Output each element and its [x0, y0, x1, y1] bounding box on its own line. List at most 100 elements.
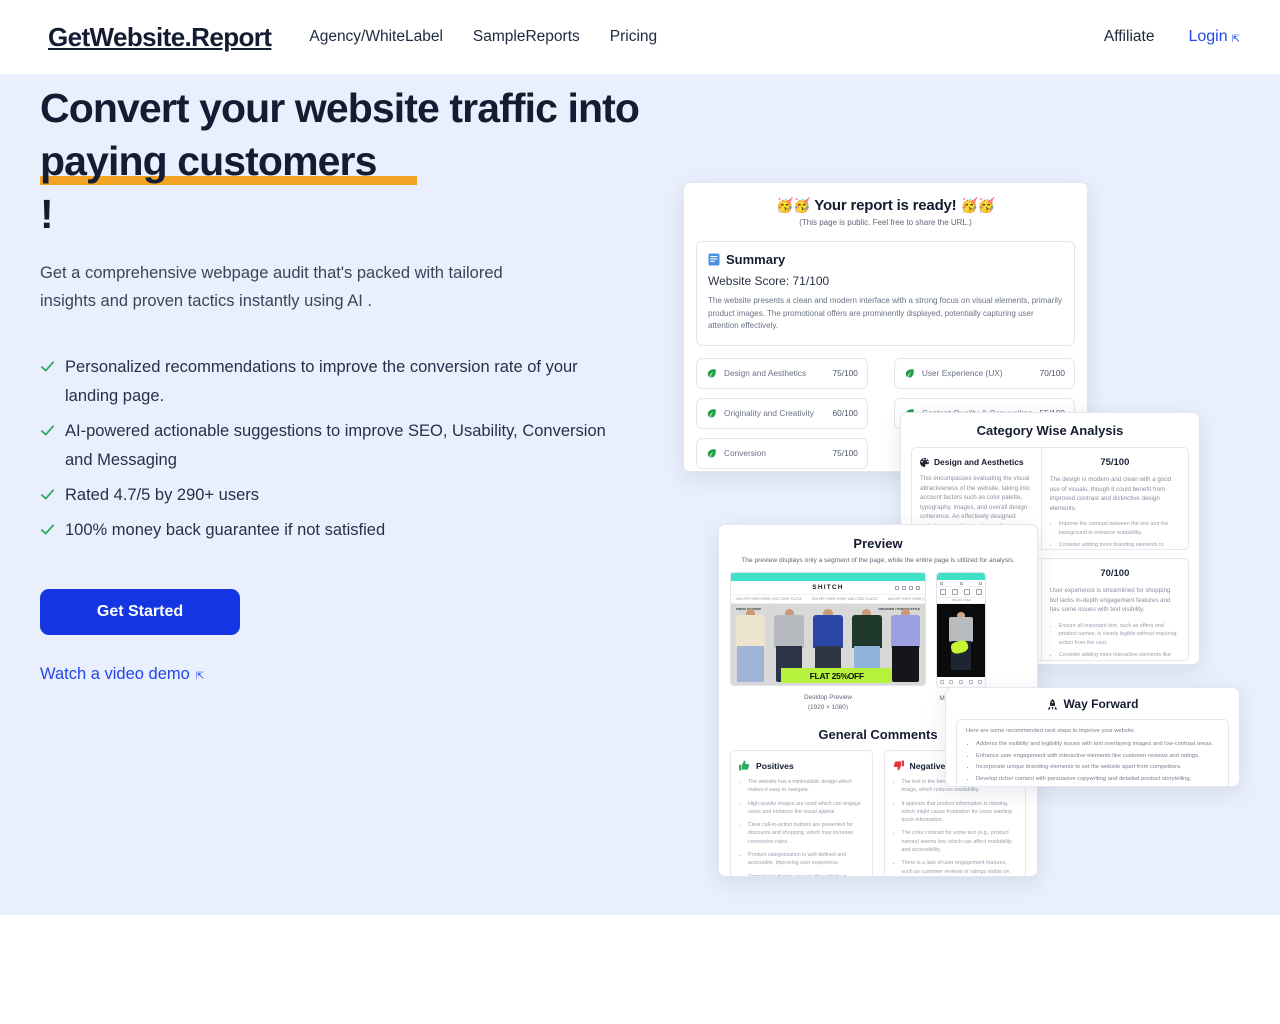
- way-forward-box: Here are some recommended next steps to …: [956, 719, 1229, 786]
- model-top: [852, 615, 882, 648]
- score-pill-originality-and-creativity[interactable]: Originality and Creativity 60/100: [696, 397, 868, 429]
- mobile-hero-image: [937, 604, 985, 677]
- hamburger-icon: [940, 581, 943, 585]
- nav-link-agency-whitelabel[interactable]: Agency/WhiteLabel: [309, 28, 443, 46]
- mobile-preview: 15% OFF OVER: [936, 572, 986, 702]
- heart-icon: [958, 680, 963, 684]
- leaf-icon: [707, 368, 716, 378]
- model-top: [948, 617, 974, 642]
- site-nav-item: 15% OFF OVER ₹1999 | USE CODE: FLAT15: [887, 597, 925, 601]
- report-ready-text: Your report is ready!: [814, 197, 957, 214]
- user-icon: [895, 585, 899, 590]
- category-score: 70/100: [1100, 568, 1130, 579]
- score-value: 60/100: [832, 408, 858, 418]
- category-recommendation-list: Ensure all important text, such as offer…: [1050, 622, 1180, 661]
- nav-link-sample-reports[interactable]: SampleReports: [473, 28, 580, 46]
- search-icon: [959, 581, 963, 585]
- category-analysis-title: Category Wise Analysis: [976, 423, 1124, 438]
- score-label: Conversion: [724, 448, 766, 458]
- category-right-pane: 75/100 The design is modern and clean wi…: [1042, 448, 1188, 549]
- score-value: 70/100: [1039, 368, 1065, 378]
- secondary-nav: Affiliate Login ⇱: [1104, 28, 1240, 46]
- nav-link-affiliate[interactable]: Affiliate: [1104, 28, 1155, 46]
- score-pill-design-and-aesthetics[interactable]: Design and Aesthetics 75/100: [696, 357, 868, 389]
- list-item: Responsive design ensures the website is…: [748, 873, 864, 876]
- leaf-icon: [707, 408, 716, 418]
- category-icon: [940, 589, 946, 595]
- score-label: User Experience (UX): [921, 368, 1003, 378]
- list-item: High-quality images are used which can e…: [748, 800, 864, 817]
- desktop-dimensions: (1920 × 1080): [808, 704, 848, 711]
- category-recommendation-list: Improve the contrast between the text an…: [1050, 520, 1180, 549]
- positives-heading: Positives: [756, 760, 794, 771]
- score-label: Originality and Creativity: [724, 408, 814, 418]
- nav-link-pricing[interactable]: Pricing: [610, 28, 657, 46]
- model-top: [890, 615, 921, 648]
- mobile-nav-item: 15% OFF OVER: [951, 599, 971, 602]
- list-item: Address the visibility and legibility is…: [976, 740, 1219, 750]
- category-name: Design and Aesthetics: [934, 457, 1024, 467]
- list-item: Consider adding more interactive element…: [1059, 651, 1180, 660]
- way-forward-intro: Here are some recommended next steps to …: [966, 728, 1136, 734]
- heart-icon: [909, 585, 913, 590]
- model-top: [774, 615, 804, 648]
- list-item: Improve the contrast between the text an…: [1059, 520, 1180, 537]
- score-value: 75/100: [832, 448, 858, 458]
- category-icon: [952, 589, 958, 595]
- login-label: Login: [1188, 28, 1228, 45]
- summary-heading-row: Summary: [708, 252, 1063, 267]
- score-label: Design and Aesthetics: [724, 368, 807, 378]
- model-bottom: [892, 646, 919, 682]
- home-icon: [939, 680, 944, 684]
- model-top: [813, 615, 843, 648]
- list-item: It appears that product information is m…: [902, 800, 1018, 825]
- search-icon: [902, 585, 906, 590]
- hero-section: Convert your website traffic into paying…: [0, 74, 1280, 915]
- primary-nav: Agency/WhiteLabel SampleReports Pricing: [309, 28, 657, 46]
- website-score: Website Score: 71/100: [708, 274, 830, 288]
- positives-list: The website has a minimalistic design wh…: [739, 778, 864, 876]
- report-mockup-stack: 🥳🥳 Your report is ready! 🥳🥳 (This page i…: [0, 74, 1280, 915]
- promo-badge-text: FLAT 25%OFF: [809, 670, 864, 681]
- cart-icon: [978, 680, 983, 684]
- desktop-preview-caption: Desktop Preview (1920 × 1080): [730, 693, 926, 713]
- mobile-footer-icons: [937, 677, 985, 687]
- way-forward-list: Address the visibility and legibility is…: [966, 740, 1219, 784]
- list-item: Clear call-to-action buttons are present…: [748, 821, 864, 846]
- list-item: The website has a minimalistic design wh…: [748, 778, 864, 795]
- user-icon: [968, 680, 973, 684]
- mobile-status-bar: [937, 580, 985, 587]
- list-item: Incorporate unique branding elements to …: [976, 763, 1219, 773]
- login-button[interactable]: Login ⇱: [1188, 28, 1240, 46]
- leaf-icon: [707, 448, 716, 458]
- list-item: Consider adding more branding elements t…: [1059, 541, 1180, 549]
- model-top: [735, 615, 766, 648]
- site-logo: SHITCH: [812, 584, 844, 591]
- summary-body-text: The website presents a clean and modern …: [708, 296, 1062, 330]
- category-verdict: The design is modern and clean with a go…: [1049, 476, 1172, 512]
- summary-heading: Summary: [726, 252, 786, 267]
- list-item: There is a lack of user engagement featu…: [902, 859, 1018, 876]
- site-nav-item: 15% OFF OVER ₹1999 | USE CODE: FLAT15: [736, 597, 802, 601]
- site-header-icons: [895, 585, 920, 590]
- leaf-icon: [905, 368, 914, 378]
- way-forward-title: Way Forward: [1063, 697, 1139, 711]
- score-value: 75/100: [832, 368, 858, 378]
- list-item: Enhance user engagement with interactive…: [976, 752, 1219, 762]
- category-right-pane: 70/100 User experience is streamlined fo…: [1042, 559, 1188, 660]
- score-pill-user-experience[interactable]: User Experience (UX) 70/100: [893, 357, 1075, 389]
- way-forward-card: Way Forward Here are some recommended ne…: [945, 687, 1240, 787]
- positives-box: Positives The website has a minimalistic…: [730, 750, 873, 876]
- list-item: Ensure all important text, such as offer…: [1059, 622, 1180, 648]
- category-icon: [976, 589, 982, 595]
- brand-logo[interactable]: GetWebsite.Report: [48, 22, 272, 53]
- desktop-caption-label: Desktop Preview: [804, 694, 852, 701]
- score-pill-conversion[interactable]: Conversion 75/100: [696, 437, 868, 469]
- category-score: 75/100: [1100, 457, 1130, 468]
- site-nav-strip: 15% OFF OVER ₹1999 | USE CODE: FLAT15 15…: [731, 595, 925, 604]
- category-verdict: User experience is streamlined for shopp…: [1049, 587, 1171, 613]
- site-hero-image: FRESH ON DROP DISCOVER / TODAY'S STYLE: [731, 604, 925, 685]
- preview-title: Preview: [853, 536, 903, 551]
- top-navbar: GetWebsite.Report Agency/WhiteLabel Samp…: [0, 0, 1280, 74]
- site-header: SHITCH: [731, 581, 925, 595]
